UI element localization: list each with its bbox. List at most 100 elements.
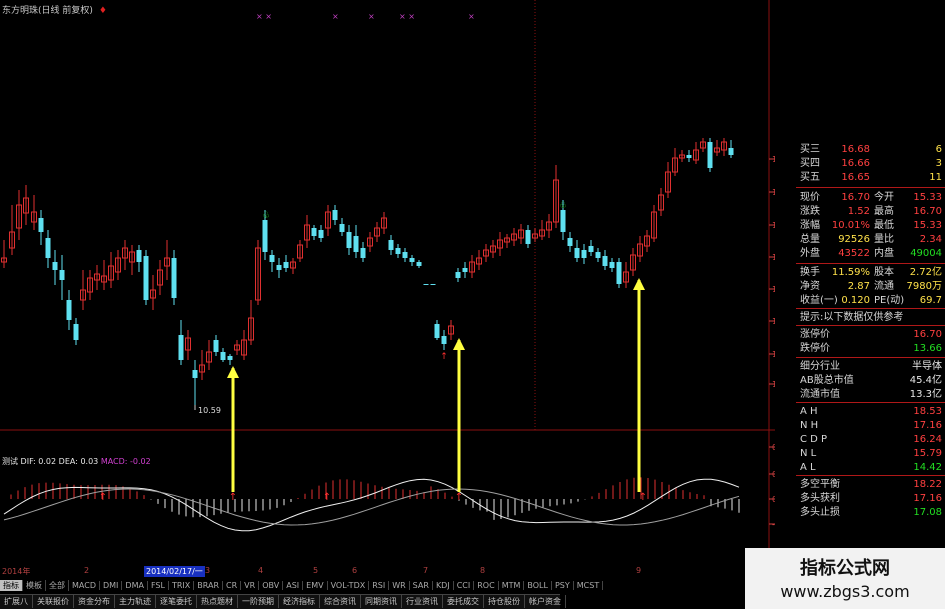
divider [796, 263, 945, 264]
candle-body [192, 370, 198, 378]
indicator-tab[interactable]: PSY [552, 581, 574, 590]
watermark: 指标公式网 www.zbgs3.com [745, 548, 945, 609]
indicator-tab[interactable]: WR [389, 581, 410, 590]
candle-body [434, 324, 440, 338]
quote-row: 涨跌 1.52 最高 16.70 [800, 206, 942, 217]
buy-signal-icon: ↑ [455, 492, 463, 503]
month-label: 6 [352, 566, 358, 575]
month-label: 7 [423, 566, 429, 575]
candle-body [178, 335, 184, 360]
macd-dea: DEA: 0.03 [58, 457, 99, 466]
indicator-tab[interactable]: CR [223, 581, 242, 590]
candle-body [353, 236, 359, 252]
indicator-tab[interactable]: VOL-TDX [328, 581, 370, 590]
candle-body [283, 262, 289, 268]
level-row: C D P 16.24 [800, 434, 942, 445]
function-menu-item[interactable]: 综合资讯 [320, 595, 361, 608]
month-label: 8 [480, 566, 486, 575]
indicator-tab[interactable]: MCST [574, 581, 604, 590]
order-row: 买三 16.68 6 [800, 144, 942, 155]
macd-tick-label: -0.05 [772, 520, 775, 529]
indicator-tab[interactable]: OBV [259, 581, 284, 590]
indicator-tab-bar: 指标 模板 全部 MACD DMI DMA FSL TRIX BRAR CR VR OBV ASI EMV… [0, 580, 700, 592]
macd-tick-label: 0.05 [772, 470, 775, 479]
candle-body [339, 224, 345, 232]
indicator-tab[interactable]: KDJ [433, 581, 454, 590]
candle-body [318, 230, 324, 238]
event-mark: × [368, 12, 375, 21]
indicator-tab[interactable]: DMA [122, 581, 148, 590]
indicator-tab[interactable]: DMI [100, 581, 123, 590]
candle-body [616, 262, 622, 284]
candle-body [525, 230, 531, 244]
quote-row: 现价 16.70 今开 15.33 [800, 192, 942, 203]
candle-body [52, 262, 58, 270]
indicator-tab[interactable]: 指标 [0, 580, 23, 591]
stock-title: 东方明珠(日线 前复权) [2, 6, 93, 16]
candle-body [388, 240, 394, 250]
indicator-tab[interactable]: BRAR [194, 581, 224, 590]
indicator-tab[interactable]: VR [241, 581, 260, 590]
level-row: A L 14.42 [800, 462, 942, 473]
candlestick-chart[interactable]: 14.50 14.00 13.50 13.00 12.50 12.00 11.50 11.00… [0, 0, 775, 442]
level-row: N L 15.79 [800, 448, 942, 459]
function-menu-item[interactable]: 委托成交 [443, 595, 484, 608]
indicator-tab[interactable]: 模板 [23, 580, 46, 591]
function-menu-item[interactable]: 一阶预期 [238, 595, 279, 608]
indicator-tab[interactable]: RSI [369, 581, 390, 590]
candle-body [560, 210, 566, 232]
cursor-date: 2014/02/17/一 [144, 566, 205, 577]
function-menu-item[interactable]: 资金分布 [74, 595, 115, 608]
red-pin-icon[interactable]: ♦ [99, 6, 107, 16]
function-menu-item[interactable]: 帐户资金 [525, 595, 566, 608]
event-mark: × [332, 12, 339, 21]
tip-row: 提示:以下数据仅供参考 [800, 312, 904, 323]
indicator-tab[interactable]: CCI [454, 581, 475, 590]
function-menu-item[interactable]: 行业资讯 [402, 595, 443, 608]
signal-row: 多头获利 17.16 [800, 493, 942, 504]
divider [796, 475, 945, 476]
candle-body [171, 258, 177, 298]
indicator-tab[interactable]: MTM [499, 581, 525, 590]
month-label: 5 [313, 566, 319, 575]
quote-panel: 买三 16.68 6 买四 16.66 3 买五 16.65 11 现价 16.70 今开 15.… [796, 142, 945, 522]
indicator-tab[interactable]: 全部 [46, 580, 69, 591]
month-label: 2 [84, 566, 90, 575]
candle-body [686, 155, 692, 158]
buy-signal-icon: ↑ [639, 492, 647, 503]
function-menu-item[interactable]: 主力轨迹 [115, 595, 156, 608]
function-menu-item[interactable]: 关联报价 [33, 595, 74, 608]
candle-body [143, 256, 149, 300]
stat-row: 净资 2.87 流通 7980万 [800, 281, 942, 292]
function-menu-item[interactable]: 扩展八 [0, 595, 33, 608]
candle-body [213, 340, 219, 352]
function-menu-item[interactable]: 持仓股份 [484, 595, 525, 608]
price-tick-label: 11.50 [772, 350, 775, 359]
red-marker-icon: ↑ [440, 352, 448, 362]
indicator-tab[interactable]: MACD [69, 581, 100, 590]
quote-row: 涨幅 10.01% 最低 15.33 [800, 220, 942, 231]
quote-row: 外盘 43522 内盘 49004 [800, 248, 942, 259]
candle-body [269, 255, 275, 262]
indicator-tab[interactable]: FSL [148, 581, 169, 590]
indicator-tab[interactable]: EMV [303, 581, 328, 590]
year-label: 2014年 [2, 567, 31, 576]
indicator-tab[interactable]: SAR [410, 581, 433, 590]
candle-body [227, 356, 233, 360]
function-menu-item[interactable]: 同期资讯 [361, 595, 402, 608]
candle-body [609, 262, 615, 268]
indicator-tab[interactable]: BOLL [524, 581, 552, 590]
candle-body [595, 252, 601, 258]
candle-body [728, 148, 734, 155]
indicator-tab[interactable]: TRIX [169, 581, 195, 590]
price-tick-label: 14.50 [772, 155, 775, 164]
function-menu-item[interactable]: 逐笔委托 [156, 595, 197, 608]
watermark-url: www.zbgs3.com [780, 582, 910, 601]
order-row: 买四 16.66 3 [800, 158, 942, 169]
function-menu-item[interactable]: 经济指标 [279, 595, 320, 608]
function-menu-item[interactable]: 热点题材 [197, 595, 238, 608]
indicator-tab[interactable]: ASI [283, 581, 304, 590]
buy-signal-icon: ↑ [99, 492, 107, 503]
price-tick-label: 12.00 [772, 317, 775, 326]
indicator-tab[interactable]: ROC [474, 581, 499, 590]
